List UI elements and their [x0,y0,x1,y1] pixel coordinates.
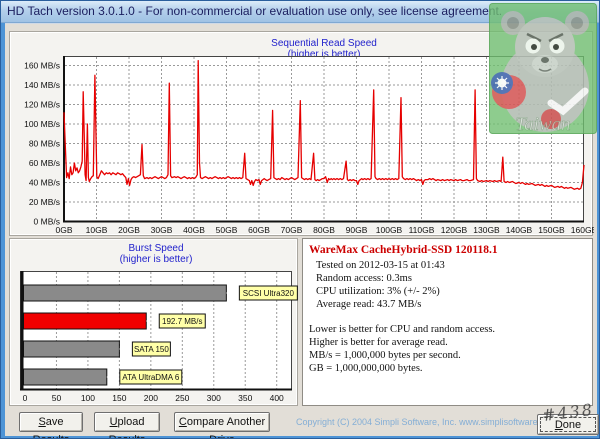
compare-another-drive-button[interactable]: Compare Another Drive [174,412,270,438]
seq-y-tick: 40 MB/s [29,178,60,188]
seq-x-tick: 130GB [473,225,500,235]
seq-x-tick: 40GB [183,225,205,235]
sequential-read-chart: Sequential Read Speed(higher is better)0… [24,38,594,235]
upload-results-button[interactable]: Upload Results [94,412,160,438]
burst-speed-chart: Burst Speed(higher is better) SCSI Ultra3… [20,243,298,403]
burst-bar-label: 192.7 MB/s [162,317,202,326]
seq-x-tick: 160GB [571,225,594,235]
burst-bar [23,340,120,358]
info-text-line: CPU utilization: 3% (+/- 2%) [316,286,440,297]
seq-chart-title: Sequential Read Speed [271,38,377,49]
drive-info-panel: WareMax CacheHybrid-SSD 120118.1 Tested … [302,238,593,406]
burst-x-tick: 200 [144,393,158,403]
info-text-line: Lower is better for CPU and random acces… [309,324,496,335]
seq-x-tick: 70GB [281,225,303,235]
seq-y-tick: 20 MB/s [29,197,60,207]
info-text-line: MB/s = 1,000,000 bytes per second. [309,350,461,361]
done-button[interactable]: Done [537,414,599,435]
burst-x-tick: 250 [175,393,189,403]
info-text-line: GB = 1,000,000,000 bytes. [309,363,423,374]
seq-y-tick: 160 MB/s [24,61,60,71]
burst-chart-title: Burst Speed [128,243,183,254]
burst-x-tick: 150 [112,393,126,403]
seq-x-tick: 30GB [151,225,173,235]
burst-x-tick: 300 [207,393,221,403]
seq-y-tick: 80 MB/s [29,139,60,149]
seq-y-tick: 100 MB/s [24,119,60,129]
compare-another-drive-label: Compare Another Drive [178,416,266,438]
client-area: Sequential Read Speed (higher is better) 0… [5,23,599,438]
info-text-line: Average read: 43.7 MB/s [316,299,422,310]
seq-x-tick: 10GB [86,225,108,235]
burst-x-tick: 50 [52,393,62,403]
burst-x-tick: 0 [23,393,28,403]
seq-y-tick: 60 MB/s [29,158,60,168]
upload-results-label: Upload Results [109,416,146,438]
seq-y-tick: 140 MB/s [24,80,60,90]
save-results-button[interactable]: Save Results [19,412,83,438]
burst-bar-label: ATA UltraDMA 6 [122,373,180,382]
burst-x-tick: 400 [270,393,284,403]
drive-name: WareMax CacheHybrid-SSD 120118.1 [309,244,498,256]
drive-notes: Lower is better for CPU and random acces… [309,323,586,375]
sequential-read-panel: Sequential Read Speed (higher is better) 0… [9,31,594,236]
seq-x-tick: 140GB [506,225,533,235]
seq-x-tick: 60GB [248,225,270,235]
burst-speed-panel: Burst Speed (higher is better) SCSI Ultra3… [9,238,298,406]
seq-x-tick: 110GB [409,225,435,235]
burst-bar [23,368,108,386]
seq-x-tick: 90GB [346,225,368,235]
burst-bar-label: SCSI Ultra320 [243,289,295,298]
seq-x-tick: 0GB [55,225,72,235]
info-text-line: Tested on 2012-03-15 at 01:43 [316,260,445,271]
titlebar[interactable]: HD Tach version 3.0.1.0 - For non-commer… [1,1,599,23]
info-text-line: Higher is better for average read. [309,337,448,348]
seq-x-tick: 20GB [118,225,140,235]
done-label: Done [554,418,582,431]
save-results-label: Save Results [33,416,70,438]
burst-x-tick: 350 [238,393,252,403]
burst-bar-label: SATA 150 [134,345,169,354]
burst-chart-subtitle: (higher is better) [120,254,193,265]
seq-x-tick: 120GB [441,225,468,235]
seq-x-tick: 80GB [313,225,335,235]
burst-x-tick: 100 [81,393,95,403]
seq-x-tick: 100GB [376,225,403,235]
seq-x-tick: 50GB [216,225,238,235]
hd-tach-window: HD Tach version 3.0.1.0 - For non-commer… [0,0,600,439]
window-title: HD Tach version 3.0.1.0 - For non-commer… [7,4,503,18]
info-text-line: Random access: 0.3ms [316,273,412,284]
seq-y-tick: 120 MB/s [24,100,60,110]
drive-stats: Tested on 2012-03-15 at 01:43 Random acce… [309,259,586,311]
copyright-text: Copyright (C) 2004 Simpli Software, Inc.… [296,417,558,427]
burst-bar [23,312,147,330]
seq-x-tick: 150GB [538,225,565,235]
burst-bar [23,284,227,302]
